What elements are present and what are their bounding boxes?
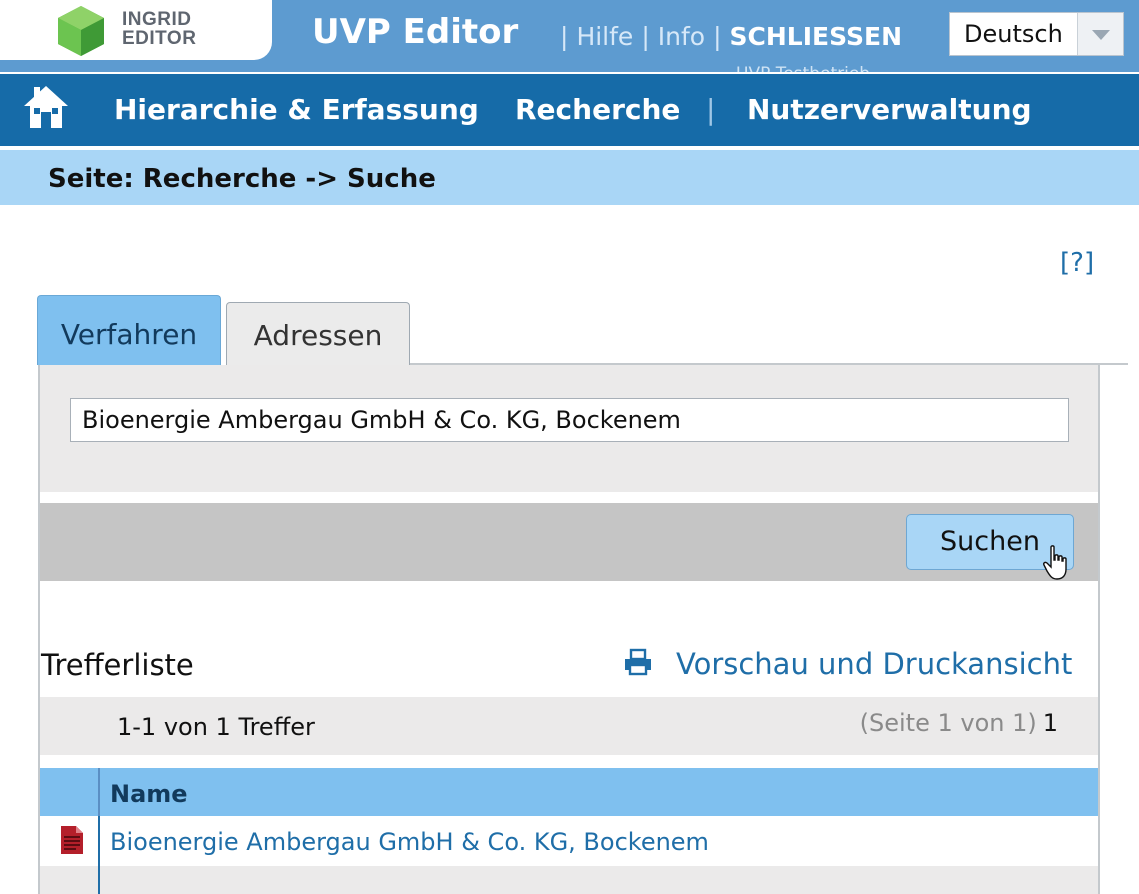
tab-verfahren[interactable]: Verfahren — [37, 295, 221, 365]
page-info: (Seite 1 von 1) — [859, 709, 1037, 737]
help-link[interactable]: Hilfe — [576, 22, 633, 51]
info-link[interactable]: Info — [658, 22, 705, 51]
separator: | — [713, 22, 722, 51]
table-header: Name — [40, 768, 1098, 816]
button-bar: Suchen — [40, 503, 1098, 581]
page-number[interactable]: 1 — [1043, 709, 1058, 737]
logo-line-2: EDITOR — [122, 28, 197, 49]
table-row[interactable]: Bioenergie Ambergau GmbH & Co. KG, Bocke… — [40, 816, 1098, 866]
tab-label: Verfahren — [60, 318, 198, 351]
logo-line-1: INGRID — [122, 9, 192, 30]
language-value: Deutsch — [964, 20, 1063, 48]
breadcrumb-text: Seite: Recherche -> Suche — [48, 164, 436, 194]
ingrid-logo[interactable]: INGRID EDITOR — [0, 0, 272, 60]
language-select[interactable]: Deutsch — [949, 12, 1124, 56]
pagination: (Seite 1 von 1) 1 — [860, 709, 1058, 737]
chevron-down-icon[interactable] — [1077, 13, 1123, 55]
breadcrumb: Seite: Recherche -> Suche — [0, 150, 1139, 205]
result-name-link[interactable]: Bioenergie Ambergau GmbH & Co. KG, Bocke… — [110, 828, 709, 856]
printer-icon[interactable] — [623, 648, 653, 676]
column-header-name[interactable]: Name — [110, 780, 188, 808]
hand-cursor-icon — [1043, 545, 1067, 580]
nav-hierarchie[interactable]: Hierarchie & Erfassung — [114, 93, 479, 126]
results-count: 1-1 von 1 Treffer — [117, 713, 315, 741]
nav-nutzerverwaltung[interactable]: Nutzerverwaltung — [747, 93, 1032, 126]
icon-column-header — [40, 768, 100, 816]
tab-adressen[interactable]: Adressen — [226, 302, 410, 365]
close-link[interactable]: SCHLIESSEN — [730, 22, 902, 51]
nav-recherche[interactable]: Recherche — [515, 93, 680, 126]
tab-label: Adressen — [253, 319, 383, 352]
row-icon-cell — [40, 816, 100, 866]
document-icon — [61, 826, 83, 854]
results-count-bar: 1-1 von 1 Treffer (Seite 1 von 1) 1 — [40, 697, 1098, 755]
search-area — [40, 365, 1098, 492]
help-link-page[interactable]: [?] — [1060, 248, 1094, 278]
separator: | — [641, 22, 650, 51]
table-row-empty — [40, 866, 1098, 894]
main-nav: Hierarchie & Erfassung Recherche | Nutze… — [0, 72, 1139, 148]
home-icon[interactable] — [24, 84, 68, 130]
search-input[interactable] — [70, 398, 1069, 442]
logo-gem-icon — [58, 6, 104, 56]
nav-separator: | — [706, 93, 716, 126]
row-icon-cell — [40, 866, 100, 894]
separator: | — [560, 22, 569, 51]
top-header: INGRID EDITOR UVP Editor | Hilfe | Info | SCH… — [0, 0, 1139, 72]
logo-wordmark: INGRID EDITOR — [122, 10, 196, 48]
results-title: Trefferliste — [41, 648, 194, 682]
print-preview-link[interactable]: Vorschau und Druckansicht — [676, 647, 1072, 681]
header-links: | Hilfe | Info | SCHLIESSEN — [560, 22, 902, 51]
app-title: UVP Editor — [312, 12, 519, 52]
